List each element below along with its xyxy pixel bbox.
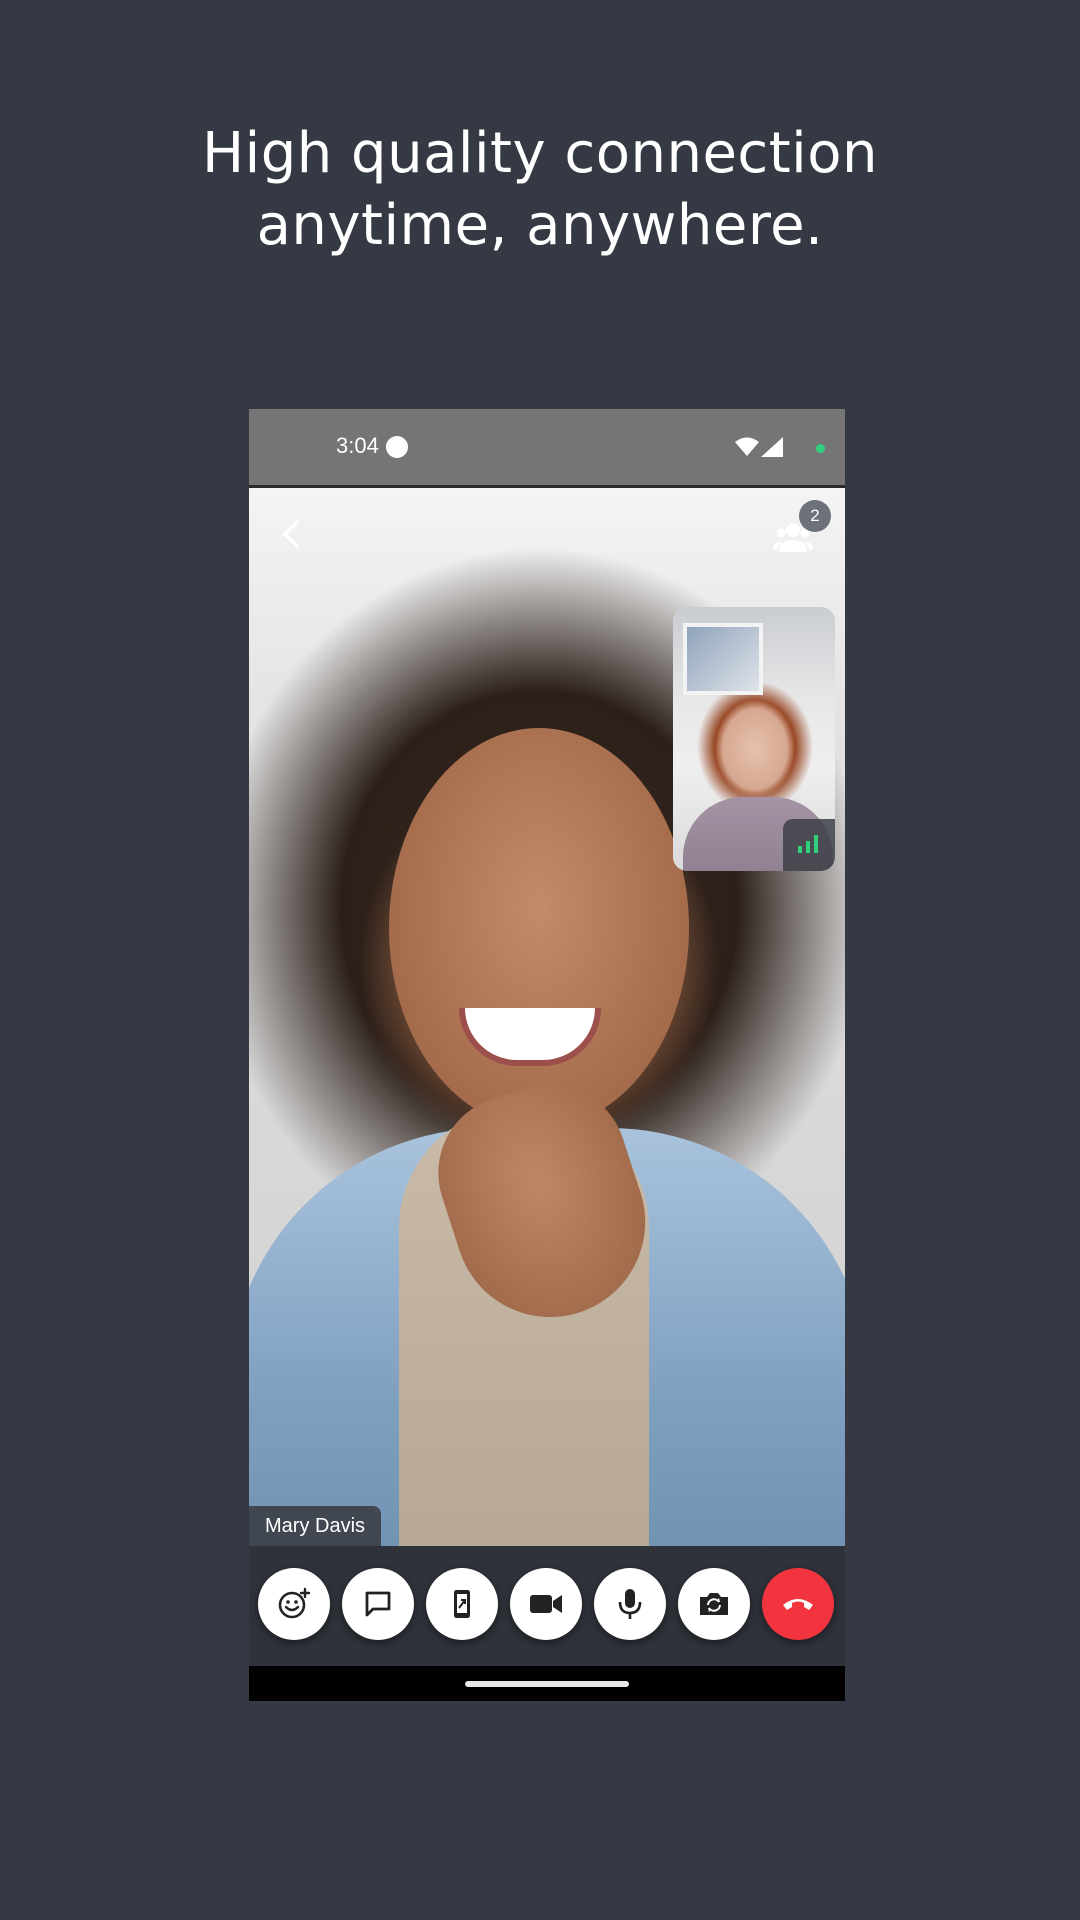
self-view-video[interactable] bbox=[673, 607, 835, 871]
navigation-bar bbox=[249, 1666, 845, 1701]
signal-strength-icon bbox=[798, 835, 818, 853]
remote-video-face bbox=[389, 728, 689, 1128]
chevron-left-icon bbox=[283, 520, 299, 548]
headline-line-2: anytime, anywhere. bbox=[256, 193, 824, 258]
camera-toggle-button[interactable] bbox=[510, 1568, 582, 1640]
status-bar: 3:04 bbox=[249, 409, 845, 485]
end-call-button[interactable] bbox=[762, 1568, 834, 1640]
microphone-icon bbox=[618, 1589, 642, 1619]
microphone-toggle-button[interactable] bbox=[594, 1568, 666, 1640]
hang-up-icon bbox=[783, 1599, 813, 1610]
screen-share-icon bbox=[454, 1590, 470, 1618]
wifi-icon bbox=[735, 437, 759, 456]
switch-camera-icon bbox=[700, 1593, 728, 1615]
headline-line-1: High quality connection bbox=[202, 121, 878, 186]
video-camera-icon bbox=[530, 1595, 562, 1613]
home-indicator[interactable] bbox=[465, 1681, 629, 1687]
remote-participant-name: Mary Davis bbox=[249, 1506, 382, 1546]
privacy-indicator-icon bbox=[816, 444, 825, 453]
phone-mockup: 3:04 2 Mary Davis bbox=[249, 409, 845, 1701]
emoji-add-icon bbox=[278, 1587, 311, 1619]
call-control-bar bbox=[249, 1546, 845, 1666]
chat-bubble-icon bbox=[365, 1591, 391, 1617]
notification-dot-icon bbox=[386, 436, 408, 458]
screen-share-button[interactable] bbox=[426, 1568, 498, 1640]
reactions-button[interactable] bbox=[258, 1568, 330, 1640]
remote-video[interactable]: 2 bbox=[249, 488, 845, 1546]
switch-camera-button[interactable] bbox=[678, 1568, 750, 1640]
cell-signal-icon bbox=[761, 437, 783, 457]
status-time: 3:04 bbox=[336, 433, 379, 458]
self-connection-quality bbox=[783, 819, 835, 871]
participants-count-badge: 2 bbox=[799, 500, 831, 532]
headline: High quality connection anytime, anywher… bbox=[0, 118, 1080, 262]
back-button[interactable] bbox=[273, 512, 313, 556]
self-view-background-frame bbox=[683, 623, 763, 695]
chat-button[interactable] bbox=[342, 1568, 414, 1640]
